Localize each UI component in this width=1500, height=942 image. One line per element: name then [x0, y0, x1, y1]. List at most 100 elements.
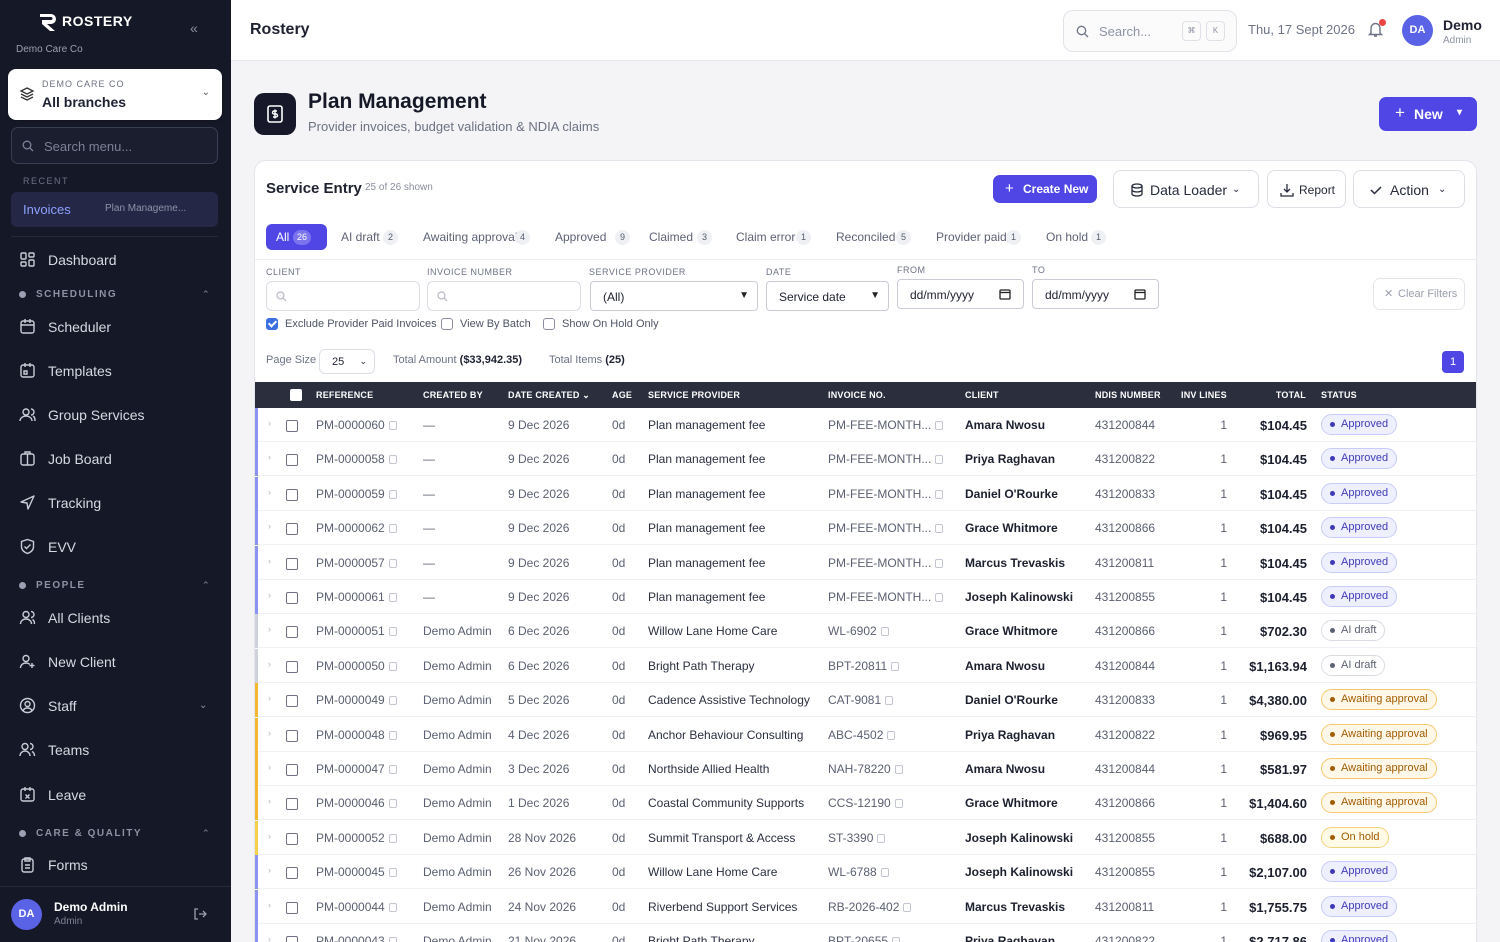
reference-cell[interactable]: PM-0000060	[316, 418, 397, 432]
row-checkbox[interactable]	[286, 454, 298, 467]
table-row[interactable]: › PM-0000052 Demo Admin 28 Nov 2026 0d Summit…	[255, 820, 1476, 855]
row-checkbox[interactable]	[286, 901, 298, 914]
reference-cell[interactable]: PM-0000057	[316, 556, 397, 570]
sidebar-item-job-board[interactable]: Job Board	[19, 450, 112, 467]
copy-icon[interactable]	[892, 937, 901, 942]
date-type-select[interactable]: Service date ▼	[766, 281, 889, 311]
reference-cell[interactable]: PM-0000043	[316, 934, 397, 942]
client-cell[interactable]: Grace Whitmore	[965, 624, 1058, 638]
invoice-number-cell[interactable]: CAT-9081	[828, 693, 894, 707]
copy-icon[interactable]	[903, 902, 912, 912]
invoice-number-cell[interactable]: PM-FEE-MONTH...	[828, 521, 944, 535]
sidebar-item-templates[interactable]: Templates	[19, 362, 112, 379]
column-header[interactable]: TOTAL	[1275, 390, 1306, 400]
to-date-input[interactable]: dd/mm/yyyy	[1032, 279, 1159, 309]
client-cell[interactable]: Grace Whitmore	[965, 521, 1058, 535]
copy-icon[interactable]	[388, 421, 397, 430]
table-row[interactable]: › PM-0000058 — 9 Dec 2026 0d Plan management …	[255, 442, 1476, 477]
clear-filters-button[interactable]: ✕ Clear Filters	[1373, 278, 1465, 310]
copy-icon[interactable]	[388, 937, 397, 942]
chevron-right-icon[interactable]: ›	[268, 762, 271, 772]
copy-icon[interactable]	[935, 421, 944, 430]
invoice-number-cell[interactable]: PM-FEE-MONTH...	[828, 487, 944, 501]
sidebar-item-teams[interactable]: Teams	[19, 741, 89, 758]
service-provider-select[interactable]: (All) ▼	[590, 281, 758, 311]
copy-icon[interactable]	[388, 902, 397, 912]
copy-icon[interactable]	[388, 799, 397, 809]
chevron-right-icon[interactable]: ›	[268, 796, 271, 806]
chevron-right-icon[interactable]: ›	[268, 418, 271, 428]
column-header[interactable]: INV LINES	[1181, 390, 1227, 400]
column-header[interactable]: REFERENCE	[316, 390, 373, 400]
copy-icon[interactable]	[887, 730, 896, 740]
row-checkbox[interactable]	[286, 832, 298, 845]
client-cell[interactable]: Amara Nwosu	[965, 418, 1045, 432]
checkbox[interactable]	[543, 318, 555, 330]
copy-icon[interactable]	[388, 868, 397, 878]
invoice-number-cell[interactable]: ST-3390	[828, 831, 886, 845]
data-loader-button[interactable]: Data Loader ⌄	[1113, 170, 1259, 208]
client-cell[interactable]: Priya Raghavan	[965, 934, 1055, 942]
page-button[interactable]: 1	[1442, 351, 1464, 373]
copy-icon[interactable]	[388, 765, 397, 774]
row-checkbox[interactable]	[286, 936, 298, 942]
invoice-number-cell[interactable]: BPT-20655	[828, 934, 901, 942]
chevron-right-icon[interactable]: ›	[268, 659, 271, 669]
section-care-quality[interactable]: CARE & QUALITY ⌃	[19, 828, 210, 839]
reference-cell[interactable]: PM-0000059	[316, 487, 397, 501]
row-checkbox[interactable]	[286, 867, 298, 880]
sidebar-item-forms[interactable]: Forms	[19, 856, 88, 873]
exclude-provider-paid-checkbox[interactable]: Exclude Provider Paid Invoices	[266, 318, 437, 330]
table-row[interactable]: › PM-0000045 Demo Admin 26 Nov 2026 0d Willow…	[255, 855, 1476, 890]
client-cell[interactable]: Joseph Kalinowski	[965, 831, 1073, 845]
from-date-input[interactable]: dd/mm/yyyy	[897, 279, 1024, 309]
table-row[interactable]: › PM-0000049 Demo Admin 5 Dec 2026 0d Cadence…	[255, 683, 1476, 718]
reference-cell[interactable]: PM-0000061	[316, 590, 397, 604]
table-row[interactable]: › PM-0000044 Demo Admin 24 Nov 2026 0d Riverb…	[255, 889, 1476, 924]
reference-cell[interactable]: PM-0000058	[316, 452, 397, 466]
reference-cell[interactable]: PM-0000051	[316, 624, 397, 638]
copy-icon[interactable]	[894, 765, 903, 774]
column-header[interactable]: SERVICE PROVIDER	[648, 390, 740, 400]
sidebar-item-leave[interactable]: Leave	[19, 786, 86, 803]
invoice-number-cell[interactable]: NAH-78220	[828, 762, 903, 776]
reference-cell[interactable]: PM-0000050	[316, 659, 397, 673]
invoice-number-cell[interactable]: PM-FEE-MONTH...	[828, 590, 944, 604]
table-row[interactable]: › PM-0000061 — 9 Dec 2026 0d Plan management …	[255, 580, 1476, 614]
row-checkbox[interactable]	[286, 523, 298, 536]
row-checkbox[interactable]	[286, 557, 298, 570]
copy-icon[interactable]	[880, 627, 889, 637]
invoice-number-cell[interactable]: WL-6902	[828, 624, 889, 638]
reference-cell[interactable]: PM-0000044	[316, 900, 397, 914]
sidebar-item-group-services[interactable]: Group Services	[19, 406, 144, 423]
reference-cell[interactable]: PM-0000062	[316, 521, 397, 535]
show-on-hold-only-checkbox[interactable]: Show On Hold Only	[543, 318, 659, 330]
copy-icon[interactable]	[388, 455, 397, 465]
sidebar-item-dashboard[interactable]: Dashboard	[19, 251, 117, 268]
global-search-input[interactable]: Search... ⌘ K	[1063, 10, 1237, 52]
sidebar-item-scheduler[interactable]: Scheduler	[19, 318, 111, 335]
reference-cell[interactable]: PM-0000047	[316, 762, 397, 776]
chevron-right-icon[interactable]: ›	[268, 865, 271, 875]
copy-icon[interactable]	[388, 696, 397, 706]
copy-icon[interactable]	[388, 730, 397, 740]
chevron-right-icon[interactable]: ›	[268, 487, 271, 497]
sidebar-item-new-client[interactable]: New Client	[19, 653, 116, 670]
invoice-number-cell[interactable]: PM-FEE-MONTH...	[828, 452, 944, 466]
copy-icon[interactable]	[388, 524, 397, 534]
row-checkbox[interactable]	[286, 764, 298, 776]
copy-icon[interactable]	[935, 558, 944, 568]
chevron-right-icon[interactable]: ›	[268, 590, 271, 600]
create-new-button[interactable]: + Create New	[993, 175, 1097, 203]
invoice-number-cell[interactable]: WL-6788	[828, 865, 889, 879]
client-cell[interactable]: Marcus Trevaskis	[965, 556, 1065, 570]
invoice-number-cell[interactable]: CCS-12190	[828, 796, 903, 810]
reference-cell[interactable]: PM-0000052	[316, 831, 397, 845]
copy-icon[interactable]	[388, 661, 397, 671]
client-cell[interactable]: Amara Nwosu	[965, 659, 1045, 673]
client-cell[interactable]: Joseph Kalinowski	[965, 865, 1073, 879]
copy-icon[interactable]	[935, 489, 944, 499]
copy-icon[interactable]	[935, 593, 944, 602]
tab-all[interactable]: All 26	[266, 224, 327, 250]
table-row[interactable]: › PM-0000047 Demo Admin 3 Dec 2026 0d Northsi…	[255, 752, 1476, 786]
